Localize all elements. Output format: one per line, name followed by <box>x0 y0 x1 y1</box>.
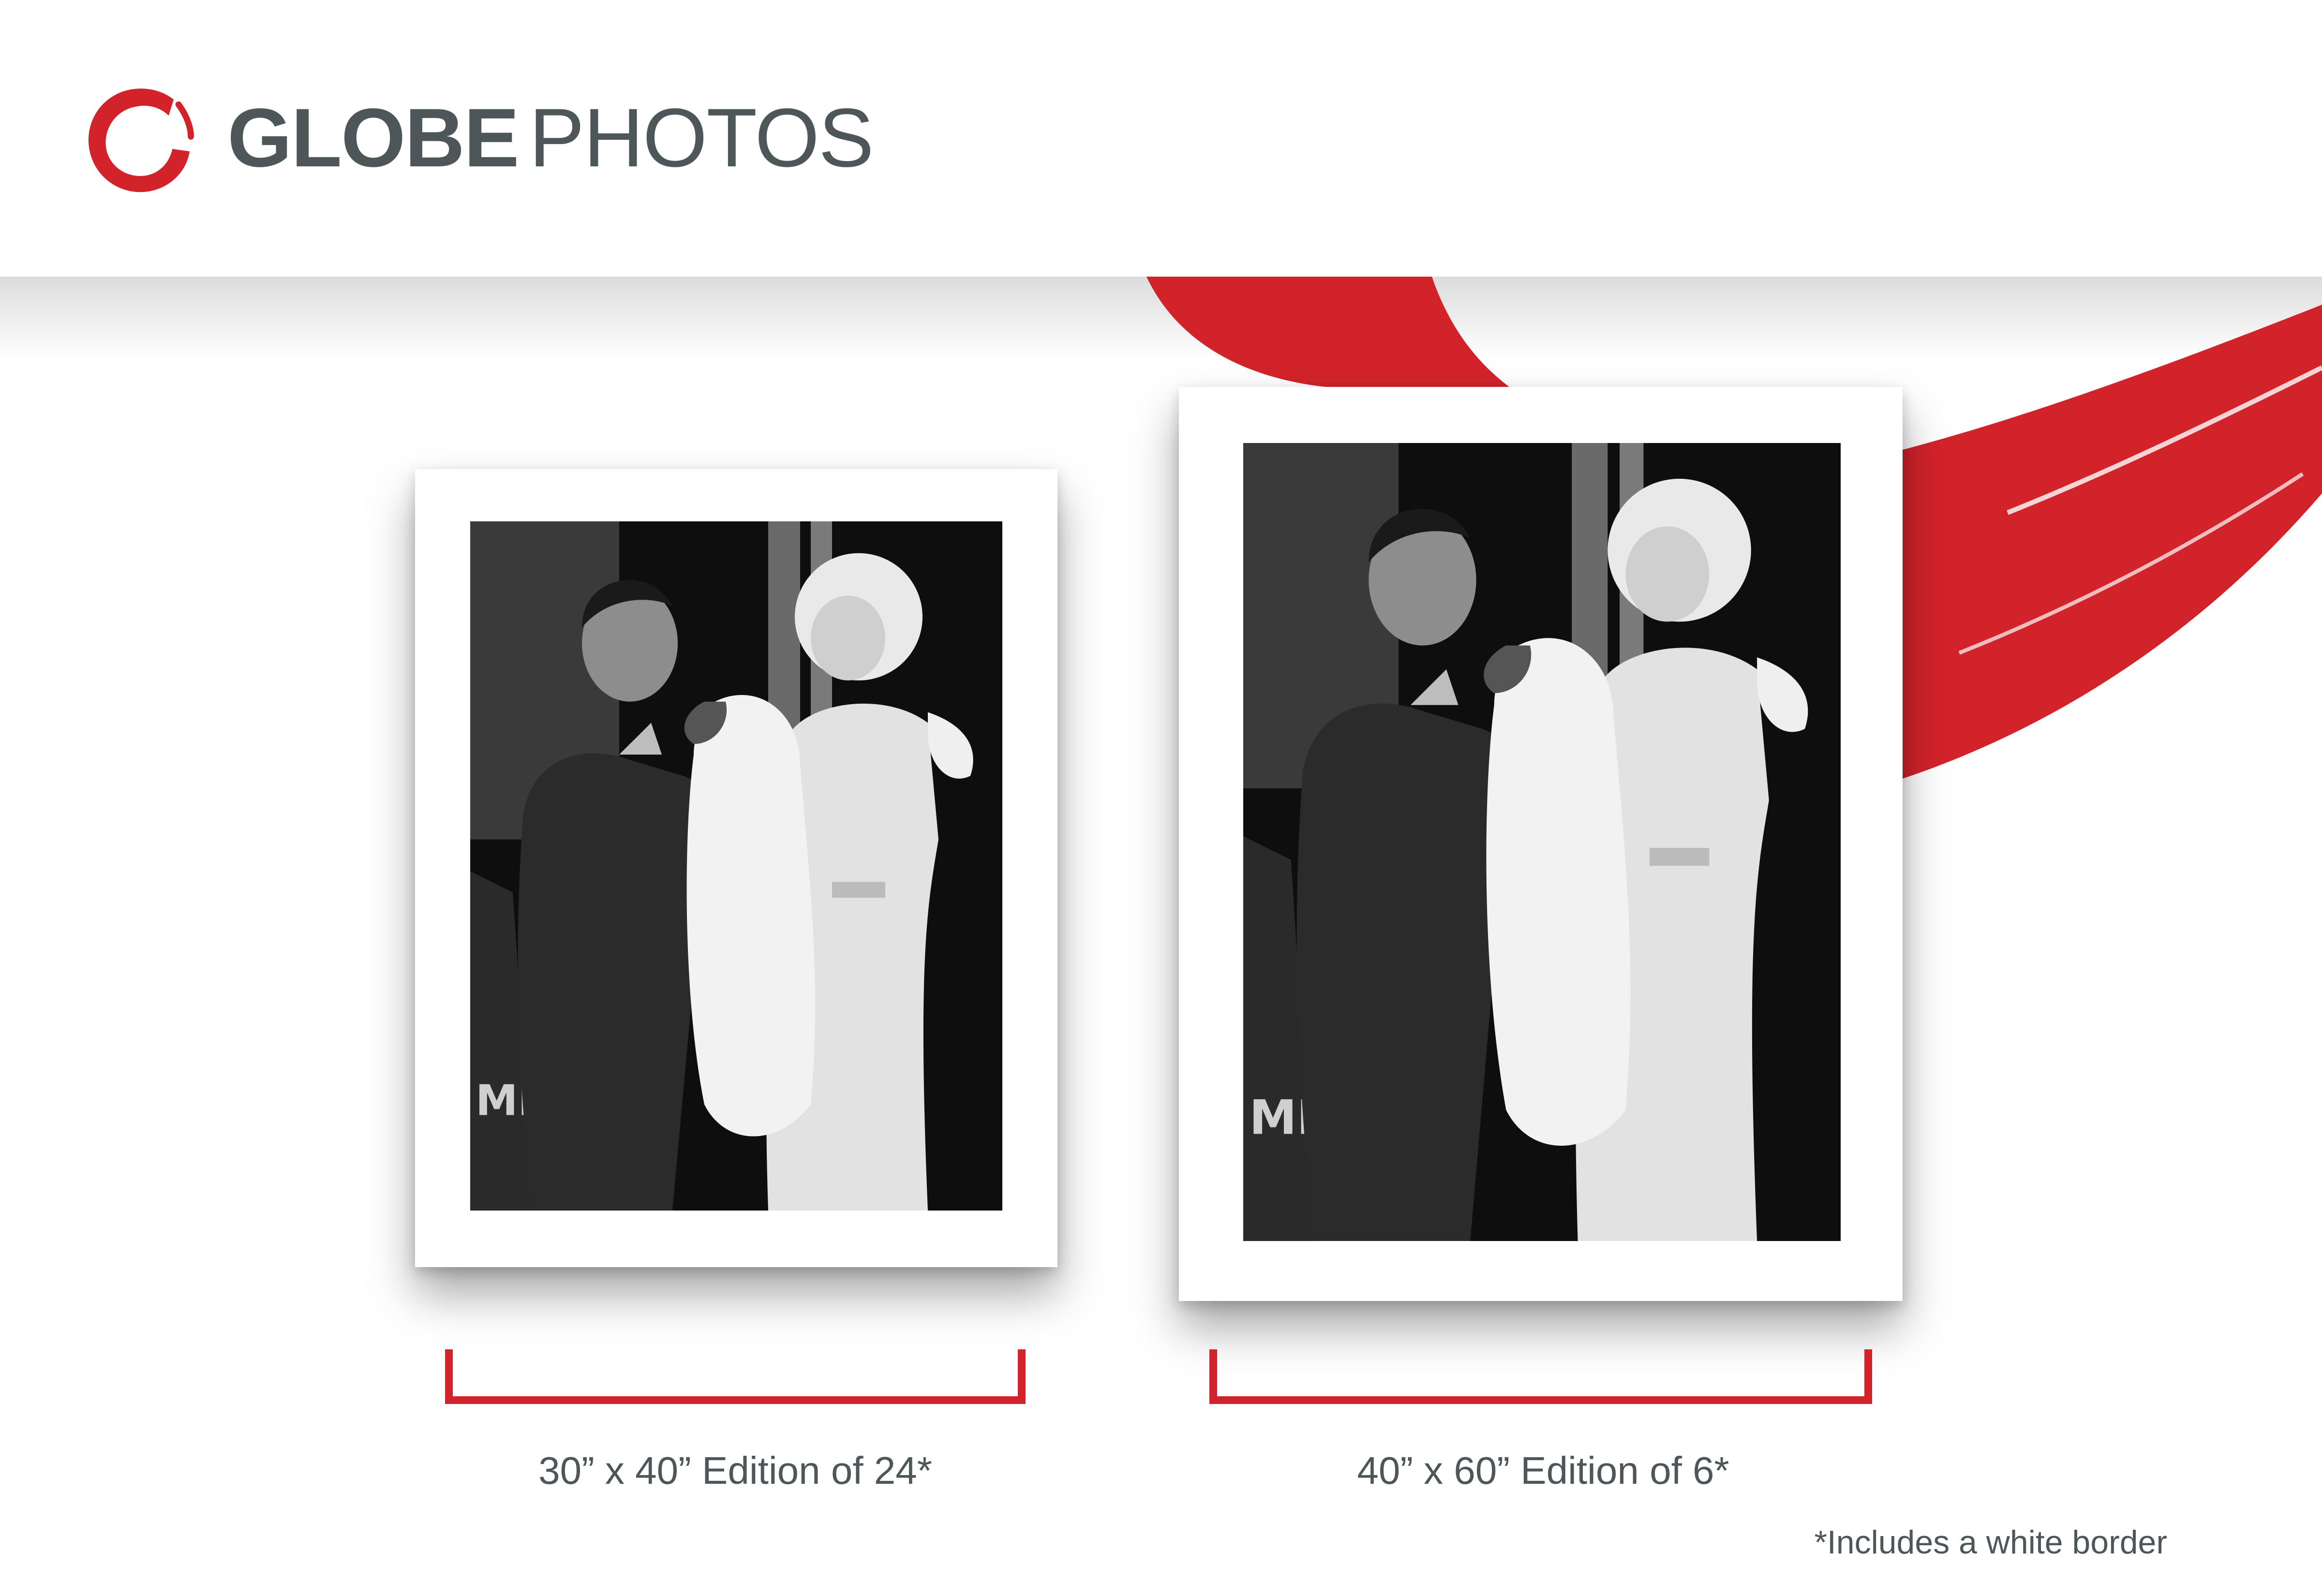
photo-image: MES <box>1243 443 1841 1241</box>
print-30x40[interactable]: MES <box>415 469 1057 1267</box>
edition-caption-30x40: 30” x 40” Edition of 24* <box>538 1449 932 1492</box>
photo-image: MES <box>470 521 1002 1211</box>
brand-name-light: PHOTOS <box>529 91 874 184</box>
globe-logo-icon <box>88 89 194 192</box>
size-bracket-30x40 <box>445 1349 1026 1404</box>
brand-name: GLOBE PHOTOS <box>227 89 874 186</box>
header: GLOBE PHOTOS <box>0 0 2322 277</box>
edition-caption-40x60: 40” x 60” Edition of 6* <box>1357 1449 1729 1492</box>
print-40x60[interactable]: MES <box>1179 387 1903 1301</box>
brand-name-bold: GLOBE <box>227 91 520 184</box>
size-bracket-40x60 <box>1209 1349 1872 1404</box>
border-footnote: *Includes a white border <box>1814 1524 2167 1561</box>
